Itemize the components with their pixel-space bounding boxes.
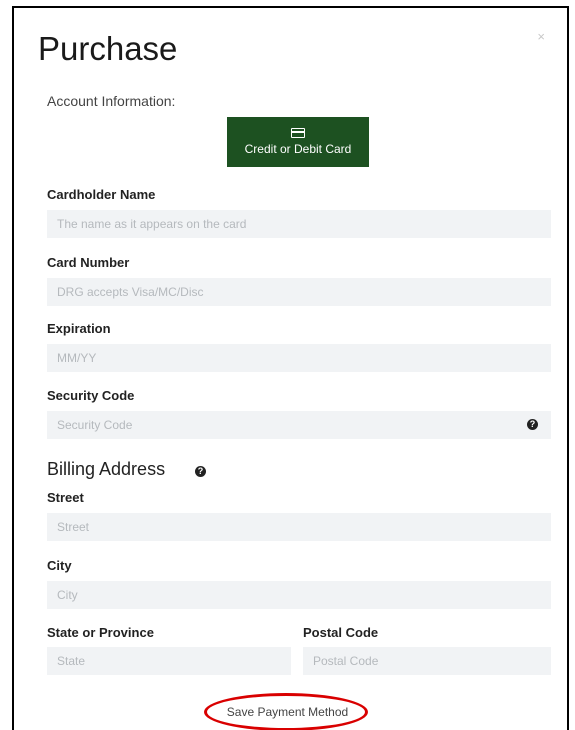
street-input[interactable] xyxy=(47,513,551,541)
credit-card-icon xyxy=(291,128,305,138)
city-input[interactable] xyxy=(47,581,551,609)
street-label: Street xyxy=(47,490,84,505)
cardholder-name-label: Cardholder Name xyxy=(47,187,156,202)
question-circle-icon[interactable]: ? xyxy=(527,419,538,430)
save-payment-method-link[interactable]: Save Payment Method xyxy=(0,705,575,719)
cardholder-name-input[interactable] xyxy=(47,210,551,238)
state-province-label: State or Province xyxy=(47,625,154,640)
card-number-input[interactable] xyxy=(47,278,551,306)
credit-debit-card-label: Credit or Debit Card xyxy=(244,142,352,156)
postal-code-label: Postal Code xyxy=(303,625,379,640)
expiration-label: Expiration xyxy=(47,321,111,336)
question-circle-icon[interactable]: ? xyxy=(195,466,206,477)
account-information-label: Account Information: xyxy=(47,93,176,109)
postal-code-input[interactable] xyxy=(303,647,551,675)
credit-debit-card-button[interactable]: Credit or Debit Card xyxy=(227,117,369,167)
card-number-label: Card Number xyxy=(47,255,130,270)
modal-title: Purchase xyxy=(38,30,178,67)
security-code-input[interactable] xyxy=(47,411,551,439)
state-input[interactable] xyxy=(47,647,291,675)
expiration-input[interactable] xyxy=(47,344,551,372)
close-icon[interactable]: × xyxy=(537,30,545,43)
city-label: City xyxy=(47,558,72,573)
purchase-modal: × Purchase Account Information: Credit o… xyxy=(12,6,569,730)
billing-address-title: Billing Address xyxy=(47,459,166,479)
security-code-label: Security Code xyxy=(47,388,135,403)
